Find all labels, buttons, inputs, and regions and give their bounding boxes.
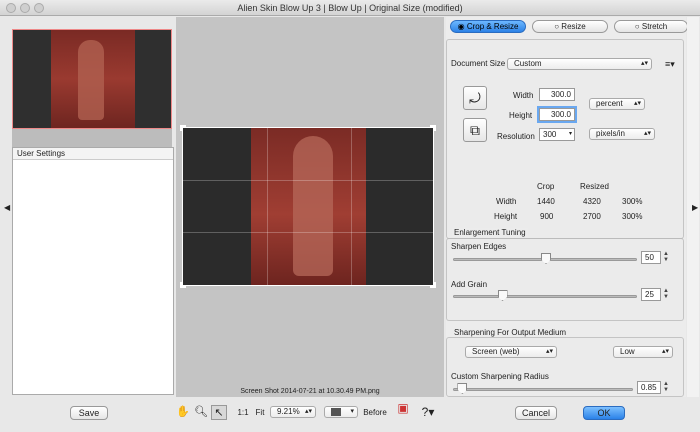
unit-select[interactable]: percent ▴▾ <box>589 98 645 110</box>
row-height-pct: 300% <box>622 212 643 221</box>
ok-button[interactable]: OK <box>583 406 625 420</box>
sharpen-knob[interactable] <box>541 253 551 264</box>
row-width-resized: 4320 <box>583 197 601 206</box>
crop-to-image-icon[interactable]: ⧉ <box>463 118 487 142</box>
sharpen-value[interactable]: 50 <box>641 251 661 264</box>
enlargement-section: Sharpen Edges 50 ▲ ▼ Add Grain 25 ▲ ▼ <box>446 238 684 321</box>
sharpening-section: Screen (web) ▴▾ Low ▴▾ Custom Sharpening R… <box>446 337 684 397</box>
zoom-select[interactable]: 9.21% ▴▾ <box>270 406 316 418</box>
presets-menu-icon[interactable]: ≡▾ <box>665 59 675 70</box>
crop-handle-tr[interactable] <box>430 125 436 131</box>
navigator <box>12 29 172 147</box>
left-panel: User Settings <box>10 17 175 397</box>
sharpening-title: Sharpening For Output Medium <box>452 328 569 337</box>
before-label: Before <box>363 408 387 417</box>
minimize-window-icon[interactable] <box>20 3 30 13</box>
sharpen-stepper[interactable]: ▲ ▼ <box>663 251 670 264</box>
grain-label: Add Grain <box>451 280 488 289</box>
table-header-crop: Crop <box>537 182 555 191</box>
resolution-label: Resolution <box>497 132 535 141</box>
zoom-tool-icon[interactable]: 🔍︎ <box>194 405 208 420</box>
user-settings-header: User Settings <box>13 148 173 160</box>
save-button[interactable]: Save <box>70 406 108 420</box>
radius-stepper[interactable]: ▲ ▼ <box>663 381 670 394</box>
height-field[interactable]: 300.0 <box>537 106 577 123</box>
row-height-crop: 900 <box>540 212 554 221</box>
tab-bar: ◉ Crop & Resize ○ Resize ○ Stretch <box>448 20 688 34</box>
document-size-section: Document Size Custom ▴▾ ≡▾ ⤾ ⧉ Width 300.… <box>446 39 684 239</box>
amount-select[interactable]: Low ▴▾ <box>613 346 673 358</box>
tab-resize[interactable]: ○ Resize <box>532 20 608 33</box>
grain-knob[interactable] <box>497 290 508 301</box>
zoom-fit-button[interactable]: Fit <box>254 405 266 420</box>
medium-select[interactable]: Screen (web) ▴▾ <box>465 346 557 358</box>
hand-tool-icon[interactable]: ✋ <box>176 405 190 420</box>
settings-panel: ◉ Crop & Resize ○ Resize ○ Stretch Docum… <box>446 17 688 397</box>
gift-icon[interactable]: ▣ <box>395 401 411 416</box>
grid-line-h1 <box>183 180 433 181</box>
radius-label: Custom Sharpening Radius <box>451 372 549 381</box>
document-size-label: Document Size <box>451 59 506 68</box>
navigator-thumbnail[interactable] <box>12 29 172 129</box>
rotate-icon[interactable]: ⤾ <box>463 86 487 110</box>
close-window-icon[interactable] <box>6 3 16 13</box>
row-width-label: Width <box>496 197 517 206</box>
user-settings-list[interactable]: User Settings <box>12 147 174 395</box>
table-header-resized: Resized <box>580 182 609 191</box>
tab-icon: ○ <box>634 22 642 31</box>
radius-slider[interactable] <box>453 383 633 394</box>
height-label: Height <box>509 111 533 120</box>
row-height-label: Height <box>494 212 518 221</box>
crop-handle-tl[interactable] <box>180 125 186 131</box>
app-window: Alien Skin Blow Up 3 | Blow Up | Origina… <box>0 0 700 432</box>
thumbnail-figure <box>78 40 104 120</box>
title-bar: Alien Skin Blow Up 3 | Blow Up | Origina… <box>0 0 700 16</box>
crop-preview[interactable] <box>182 127 434 286</box>
sharpen-label: Sharpen Edges <box>451 242 507 251</box>
zoom-window-icon[interactable] <box>34 3 44 13</box>
width-field[interactable]: 300.0 <box>539 88 575 101</box>
row-width-crop: 1440 <box>537 197 555 206</box>
grain-value[interactable]: 25 <box>641 288 661 301</box>
file-name: Screen Shot 2014-07-21 at 10.30.49 PM.pn… <box>240 388 380 395</box>
cancel-button[interactable]: Cancel <box>515 406 557 420</box>
photo-figure <box>293 136 333 276</box>
zoom-1-1-button[interactable]: 1:1 <box>236 405 250 420</box>
grid-line-v2 <box>351 128 352 285</box>
sharpen-slider[interactable] <box>453 253 637 264</box>
row-width-pct: 300% <box>622 197 643 206</box>
radius-knob[interactable] <box>457 383 468 394</box>
grid-line-v1 <box>267 128 268 285</box>
document-size-select[interactable]: Custom ▴▾ <box>507 58 652 70</box>
collapse-right-icon[interactable]: ▶ <box>692 203 698 212</box>
before-view-select[interactable]: ▾ <box>324 406 358 418</box>
radius-value[interactable]: 0.85 <box>637 381 661 394</box>
grid-line-h2 <box>183 232 433 233</box>
tab-crop-resize[interactable]: ◉ Crop & Resize <box>450 20 526 33</box>
enlargement-title: Enlargement Tuning <box>452 228 528 237</box>
arrow-tool-icon[interactable]: ↖ <box>211 405 227 420</box>
grain-slider[interactable] <box>453 290 637 301</box>
width-label: Width <box>513 91 534 100</box>
crop-handle-bl[interactable] <box>180 282 186 288</box>
window-title: Alien Skin Blow Up 3 | Blow Up | Origina… <box>237 3 463 13</box>
split-view-icon <box>331 408 341 416</box>
tab-icon: ◉ <box>457 22 467 31</box>
resolution-field[interactable]: 300 ▾ <box>539 128 575 141</box>
help-icon[interactable]: ?▾ <box>418 405 438 420</box>
tab-stretch[interactable]: ○ Stretch <box>614 20 688 33</box>
grain-stepper[interactable]: ▲ ▼ <box>663 288 670 301</box>
row-height-resized: 2700 <box>583 212 601 221</box>
resolution-unit-select[interactable]: pixels/in ▴▾ <box>589 128 655 140</box>
crop-handle-br[interactable] <box>430 282 436 288</box>
